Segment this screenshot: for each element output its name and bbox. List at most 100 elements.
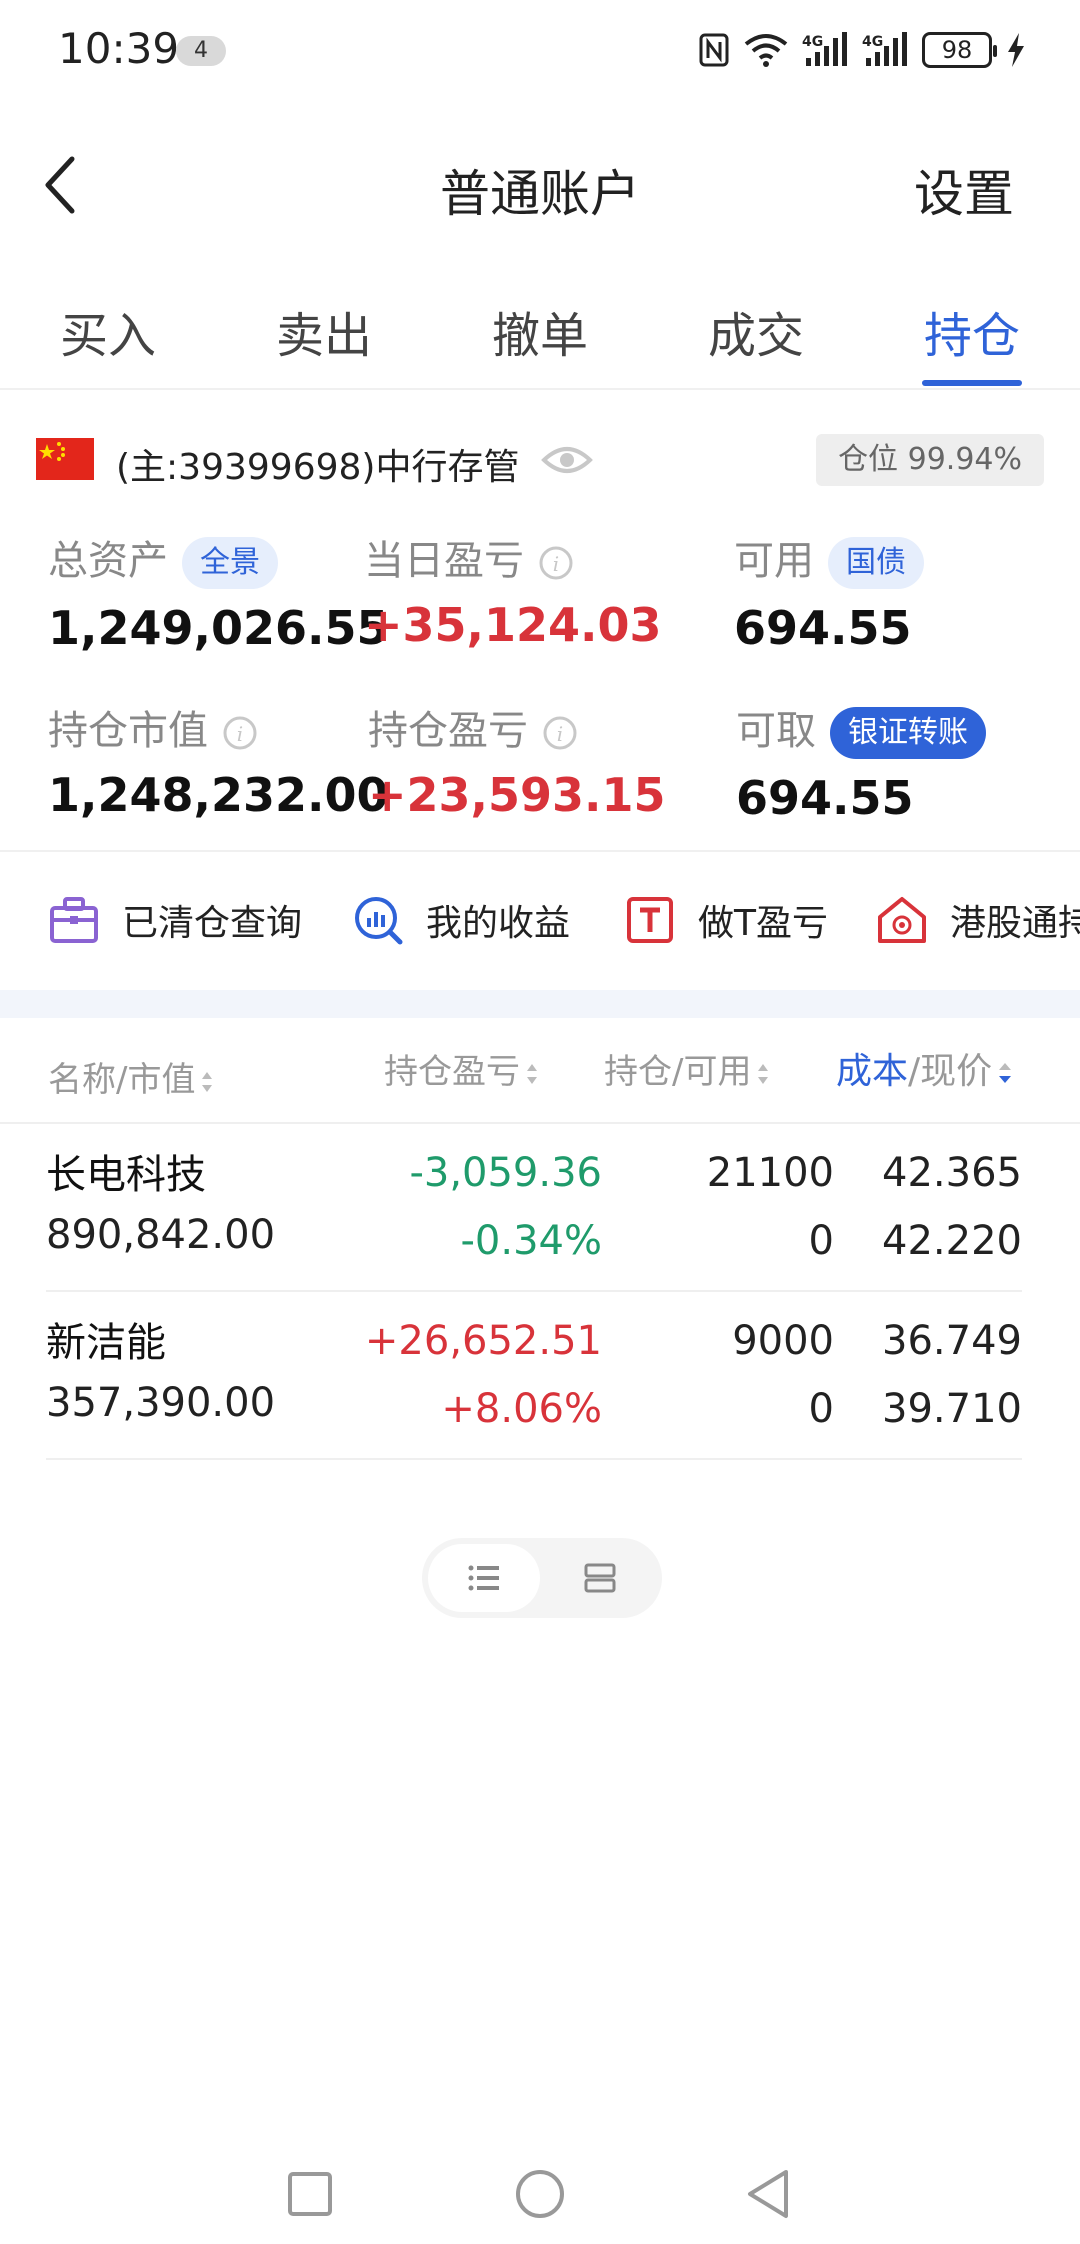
- total-assets-value: 1,249,026.55: [48, 601, 389, 655]
- card-view-button[interactable]: [544, 1544, 656, 1612]
- quick-link-my-earnings[interactable]: 我的收益: [352, 884, 570, 956]
- account-name: (主:39399698)中行存管: [116, 447, 520, 488]
- quick-link-label: 我的收益: [426, 903, 571, 944]
- tab-cancel[interactable]: 撤单: [492, 296, 588, 366]
- overview-button[interactable]: 全景: [182, 537, 278, 589]
- active-tab-indicator: [922, 380, 1022, 386]
- position-ratio-tag: 仓位 99.94%: [816, 434, 1044, 486]
- info-icon[interactable]: i: [222, 715, 258, 751]
- header-label: /现价: [908, 1051, 993, 1092]
- t-box-icon: [627, 897, 673, 943]
- home-button[interactable]: [510, 2164, 570, 2224]
- header-label: 持仓/可用: [604, 1052, 752, 1092]
- eye-icon[interactable]: [540, 434, 594, 486]
- stock-available: 0: [808, 1218, 834, 1264]
- metric-withdrawable: 可取 银证转账 694.55: [736, 698, 986, 825]
- svg-text:i: i: [237, 722, 243, 746]
- metric-available: 可用 国债 694.55: [734, 528, 924, 655]
- position-label: 仓位: [838, 442, 899, 477]
- tab-positions[interactable]: 持仓: [924, 296, 1020, 366]
- charging-icon: [1008, 33, 1024, 67]
- svg-text:4G: 4G: [862, 34, 883, 50]
- china-flag-icon: [36, 438, 94, 480]
- sort-icon: [527, 1063, 537, 1084]
- market-value-label: 持仓市值: [48, 708, 208, 754]
- metric-market-value: 持仓市值 i 1,248,232.00: [48, 698, 389, 822]
- quick-link-label: 港股通持: [950, 903, 1080, 944]
- stock-market-value: 357,390.00: [46, 1380, 276, 1426]
- battery-indicator: 98: [922, 32, 997, 68]
- withdrawable-value: 694.55: [736, 771, 914, 825]
- stock-pnl: -3,059.36: [409, 1150, 602, 1196]
- hk-home-icon: [878, 897, 926, 943]
- position-pnl-label: 持仓盈亏: [368, 708, 528, 754]
- quick-link-cleared-query[interactable]: 已清仓查询: [48, 884, 302, 956]
- sort-cost-header[interactable]: 成本/现价: [836, 1042, 1014, 1094]
- view-mode-toggle: [422, 1538, 662, 1618]
- withdrawable-label: 可取: [736, 708, 816, 754]
- circle-icon: [516, 2170, 564, 2218]
- stock-pnl-pct: +8.06%: [441, 1386, 602, 1432]
- quick-link-hk-connect[interactable]: 港股通持: [876, 884, 1080, 956]
- briefcase-icon: [50, 897, 98, 943]
- svg-text:4G: 4G: [802, 34, 823, 50]
- list-view-button[interactable]: [428, 1544, 540, 1612]
- trade-tabs: 买入 卖出 撤单 成交 持仓: [0, 270, 1080, 390]
- daily-pnl-label: 当日盈亏: [364, 538, 524, 584]
- position-value: 99.94%: [907, 442, 1022, 477]
- back-nav-button[interactable]: [738, 2164, 798, 2224]
- stock-pnl: +26,652.51: [364, 1318, 602, 1364]
- triangle-back-icon: [748, 2170, 788, 2218]
- status-icons: 4G 4G 98: [698, 28, 1026, 72]
- metric-total-assets: 总资产 全景 1,249,026.55: [48, 528, 389, 655]
- metric-position-pnl: 持仓盈亏 i +23,593.15: [368, 698, 666, 822]
- stock-available: 0: [808, 1386, 834, 1432]
- stock-name: 新洁能: [46, 1320, 166, 1366]
- position-pnl-value: +23,593.15: [368, 768, 666, 822]
- stock-name: 长电科技: [46, 1152, 206, 1198]
- divider: [0, 850, 1080, 852]
- stock-cost: 36.749: [882, 1318, 1022, 1364]
- sort-icon: [202, 1071, 213, 1092]
- tab-sell[interactable]: 卖出: [276, 296, 372, 366]
- chart-search-icon: [355, 897, 403, 945]
- signal-4g-icon: 4G: [802, 32, 847, 66]
- header-label: 名称/市值: [48, 1060, 196, 1100]
- square-icon: [288, 2172, 332, 2216]
- sort-name-header[interactable]: 名称/市值: [48, 1052, 215, 1101]
- account-row: (主:39399698)中行存管 仓位 99.94%: [36, 434, 1046, 488]
- tab-deals[interactable]: 成交: [708, 296, 804, 366]
- wifi-icon: [744, 34, 788, 67]
- sort-icon: [758, 1063, 769, 1084]
- status-bar: 10:39 4 4G 4G 98: [0, 0, 1080, 100]
- quick-link-label: 已清仓查询: [122, 903, 303, 944]
- info-icon[interactable]: i: [542, 715, 578, 751]
- info-icon[interactable]: i: [538, 545, 574, 581]
- table-row[interactable]: 新洁能 357,390.00 +26,652.51 +8.06% 9000 0 …: [46, 1292, 1022, 1460]
- settings-button[interactable]: 设置: [914, 154, 1014, 226]
- tab-buy[interactable]: 买入: [60, 296, 156, 366]
- stock-market-value: 890,842.00: [46, 1212, 276, 1258]
- holdings-table-header: 名称/市值 持仓盈亏 持仓/可用 成本/现价: [0, 1040, 1080, 1124]
- nfc-icon: [699, 33, 729, 67]
- sort-desc-icon: [999, 1063, 1012, 1083]
- sort-pnl-header[interactable]: 持仓盈亏: [384, 1044, 540, 1093]
- stock-price: 42.220: [882, 1218, 1022, 1264]
- status-time: 10:39: [58, 24, 180, 73]
- daily-pnl-value: +35,124.03: [364, 598, 662, 652]
- stock-price: 39.710: [882, 1386, 1022, 1432]
- bank-transfer-button[interactable]: 银证转账: [830, 707, 986, 759]
- recent-apps-button[interactable]: [280, 2164, 340, 2224]
- treasury-bond-button[interactable]: 国债: [828, 537, 924, 589]
- available-label: 可用: [734, 538, 814, 584]
- stock-cost: 42.365: [882, 1150, 1022, 1196]
- table-row[interactable]: 长电科技 890,842.00 -3,059.36 -0.34% 21100 0…: [46, 1124, 1022, 1292]
- quick-links: 已清仓查询 我的收益 做T盈亏 港股通持: [0, 880, 1080, 960]
- quick-link-t-pnl[interactable]: 做T盈亏: [624, 884, 828, 956]
- header: 普通账户 设置: [0, 130, 1080, 240]
- stock-holding: 21100: [706, 1150, 834, 1196]
- svg-text:i: i: [553, 552, 559, 576]
- quick-link-label: 做T盈亏: [698, 903, 828, 944]
- system-nav-bar: [0, 2140, 1080, 2240]
- sort-holding-header[interactable]: 持仓/可用: [604, 1044, 771, 1093]
